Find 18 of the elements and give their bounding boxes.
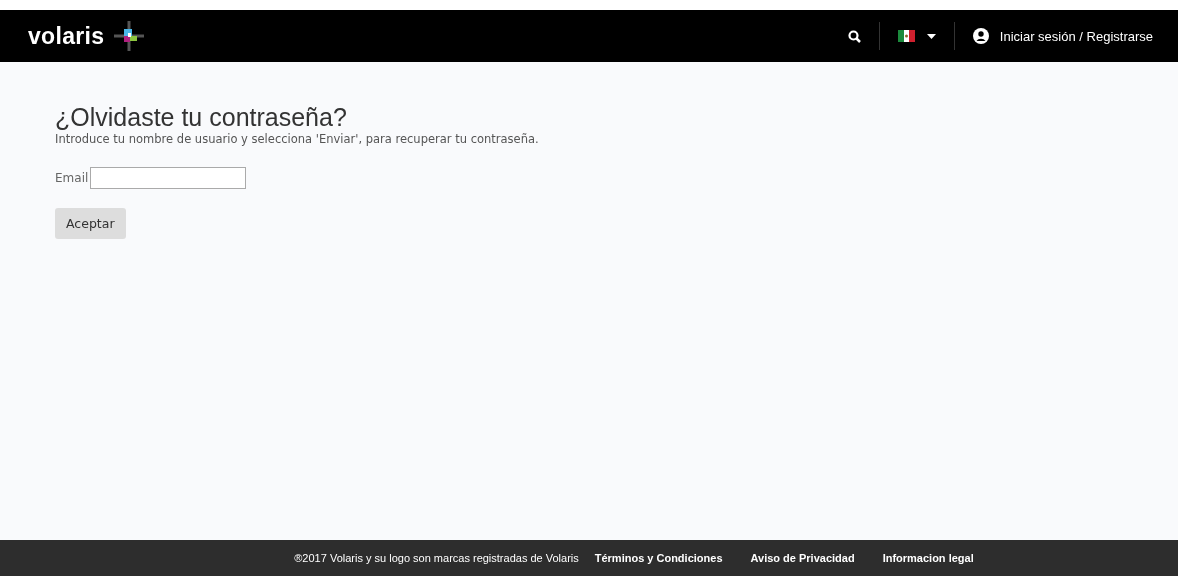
email-field[interactable] (90, 166, 247, 189)
email-label: Email (55, 170, 89, 185)
login-link[interactable]: Iniciar sesión / Registrarse (999, 28, 1153, 44)
footer-link[interactable]: Aviso de Privacidad (750, 552, 855, 564)
search-button[interactable] (847, 29, 861, 43)
flag-icon (897, 30, 915, 42)
footer-link[interactable]: Informacion legal (882, 552, 974, 564)
instructions-text: Introduce tu nombre de usuario y selecciona 'Enviar', para recuperar tu contraseña. (55, 131, 540, 146)
copyright-text: ®2017 Volaris y su logo son marcas registradas de Volaris (294, 552, 579, 564)
footer-link[interactable]: Términos y Condiciones (594, 552, 723, 564)
user-icon (972, 28, 989, 44)
submit-button[interactable]: Aceptar (55, 207, 126, 239)
search-icon (847, 29, 861, 43)
page-title: ¿Olvidaste tu contraseña? (55, 104, 348, 132)
caret-icon (926, 33, 936, 39)
logo[interactable]: volaris (28, 22, 105, 50)
logo-star-icon (114, 21, 145, 51)
language-dropdown[interactable] (897, 30, 936, 42)
